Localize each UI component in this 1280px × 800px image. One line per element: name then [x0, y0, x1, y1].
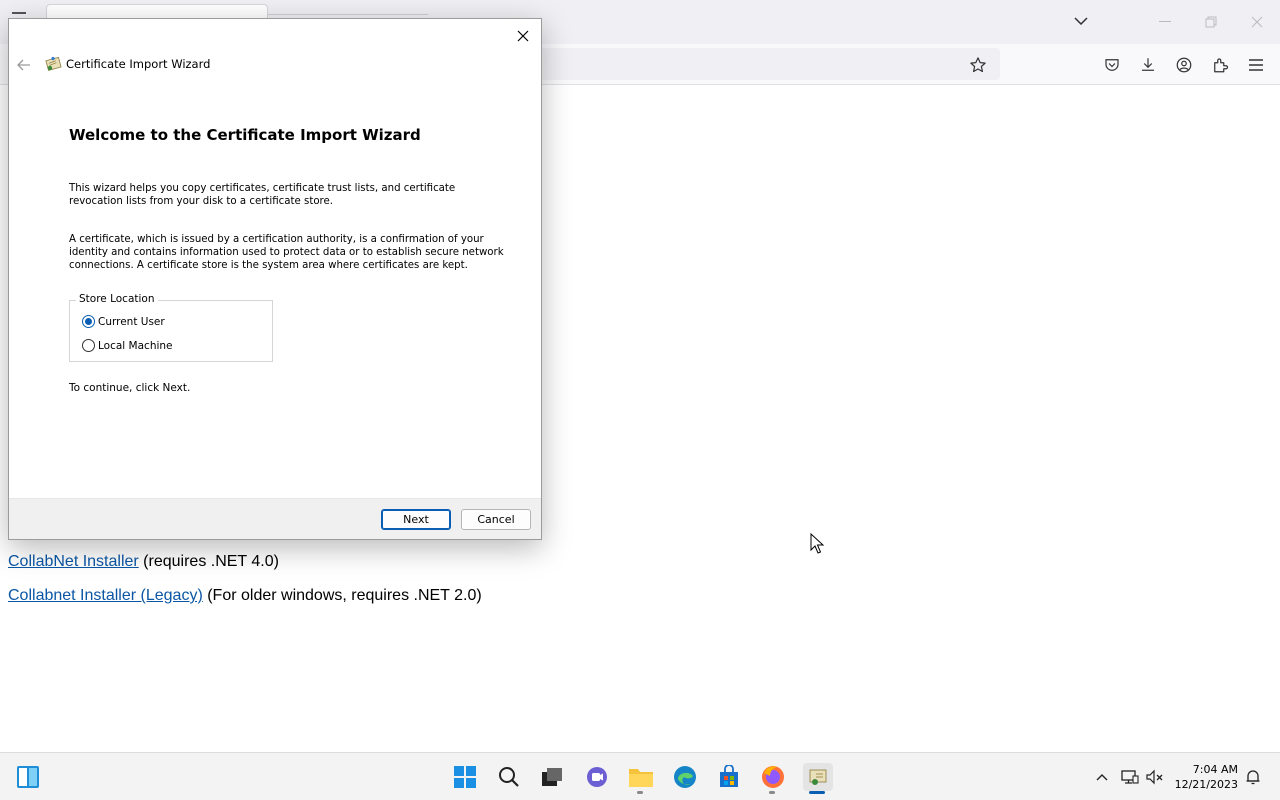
task-view-icon[interactable]	[538, 763, 566, 791]
current-user-radio[interactable]	[82, 315, 95, 328]
store-icon[interactable]	[715, 763, 743, 791]
store-location-group: Store Location Current User Local Machin…	[69, 293, 273, 362]
dialog-footer: Next Cancel	[9, 498, 541, 539]
certificate-import-wizard-dialog: Certificate Import Wizard Welcome to the…	[8, 18, 542, 540]
volume-muted-icon[interactable]	[1145, 767, 1165, 787]
search-icon[interactable]	[495, 763, 523, 791]
notification-icon[interactable]	[1243, 767, 1263, 787]
running-indicator	[637, 791, 643, 794]
download-line: Collabnet Installer (Legacy) (For older …	[8, 587, 482, 605]
continue-instruction: To continue, click Next.	[69, 382, 191, 394]
local-machine-label: Local Machine	[98, 339, 173, 352]
back-arrow-icon[interactable]	[13, 54, 35, 76]
extensions-icon[interactable]	[1207, 52, 1233, 78]
edge-icon[interactable]	[671, 763, 699, 791]
wizard-description: This wizard helps you copy certificates,…	[69, 183, 456, 207]
taskbar: 7:04 AM 12/21/2023	[0, 752, 1280, 800]
download-note: (requires .NET 4.0)	[138, 553, 279, 570]
downloads-icon[interactable]	[1135, 52, 1161, 78]
list-tabs-chevron-icon[interactable]	[1070, 10, 1092, 32]
file-explorer-icon[interactable]	[627, 763, 655, 791]
wizard-heading: Welcome to the Certificate Import Wizard	[69, 126, 421, 144]
firefox-icon[interactable]	[759, 763, 787, 791]
active-indicator	[809, 791, 825, 794]
certificate-explanation: A certificate, which is issued by a cert…	[69, 234, 504, 271]
download-note: (For older windows, requires .NET 2.0)	[202, 587, 482, 604]
close-icon[interactable]	[511, 24, 535, 48]
restore-button[interactable]	[1188, 8, 1234, 36]
certificate-wizard-icon[interactable]	[803, 763, 833, 791]
network-icon[interactable]	[1120, 767, 1140, 787]
running-indicator	[769, 791, 775, 794]
minimize-button[interactable]	[1142, 8, 1188, 36]
menu-icon[interactable]	[1243, 52, 1269, 78]
windows-start-icon[interactable]	[14, 763, 42, 791]
clock-date: 12/21/2023	[1174, 778, 1238, 791]
store-location-legend: Store Location	[76, 293, 158, 305]
clock-time: 7:04 AM	[1192, 763, 1238, 776]
next-button[interactable]: Next	[381, 509, 451, 530]
cancel-button[interactable]: Cancel	[461, 509, 531, 530]
mouse-cursor-icon	[810, 532, 825, 560]
tab-divider	[268, 14, 428, 15]
chevron-up-icon[interactable]	[1092, 767, 1112, 787]
bookmark-star-icon[interactable]	[966, 53, 990, 77]
account-icon[interactable]	[1171, 52, 1197, 78]
current-user-label: Current User	[98, 315, 165, 328]
collabnet-legacy-installer-link[interactable]: Collabnet Installer (Legacy)	[8, 587, 203, 604]
collabnet-installer-link[interactable]: CollabNet Installer	[8, 553, 139, 570]
current-user-option[interactable]: Current User	[82, 315, 165, 328]
pocket-icon[interactable]	[1099, 52, 1125, 78]
download-line: CollabNet Installer (requires .NET 4.0)	[8, 553, 279, 571]
windows-logo-icon[interactable]	[451, 763, 479, 791]
certificate-icon	[44, 55, 62, 73]
url-bar[interactable]	[520, 48, 1000, 80]
close-window-button[interactable]	[1234, 8, 1280, 36]
local-machine-radio[interactable]	[82, 339, 95, 352]
local-machine-option[interactable]: Local Machine	[82, 339, 173, 352]
chat-icon[interactable]	[583, 763, 611, 791]
system-clock[interactable]: 7:04 AM 12/21/2023	[1174, 762, 1238, 792]
dialog-title: Certificate Import Wizard	[66, 57, 211, 71]
